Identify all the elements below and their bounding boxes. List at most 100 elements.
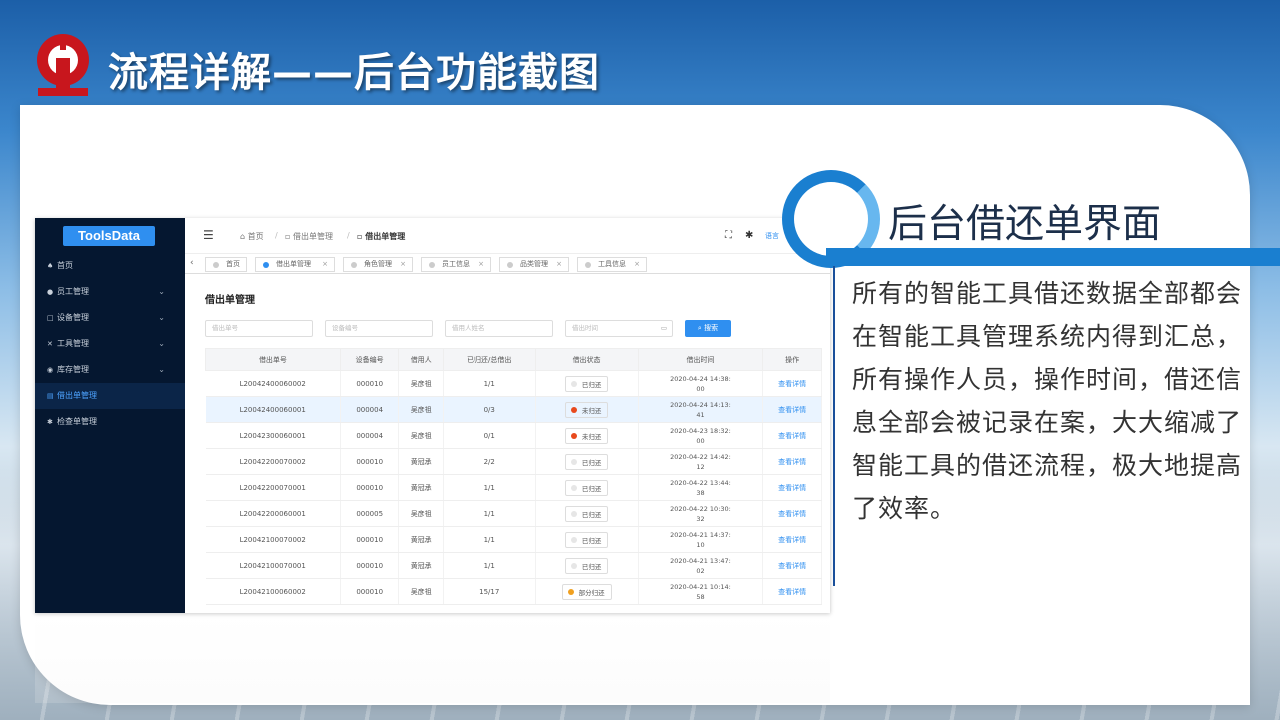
table-row[interactable]: L20042100070002 000010 黄冠承 1/1 已归还 2020-04-21…	[205, 526, 822, 553]
sidebar-item[interactable]: ✱ 检查单管理	[35, 409, 185, 435]
column-header: 借用人	[398, 348, 444, 371]
chevron-down-icon: ⌄	[158, 365, 165, 374]
breadcrumb-home[interactable]: ⌂ 首页	[240, 231, 264, 242]
return-ratio-cell: 1/1	[443, 474, 536, 501]
view-detail-link[interactable]: 查看详情	[778, 458, 806, 466]
time-seconds: 10	[696, 540, 705, 549]
language-switch[interactable]: 语言	[765, 231, 779, 241]
tab-item[interactable]: 首页	[205, 257, 247, 272]
return-ratio-cell: 1/1	[443, 370, 536, 397]
table-row[interactable]: L20042200070001 000010 黄冠承 1/1 已归还 2020-04-22…	[205, 474, 822, 501]
time-date: 2020-04-22 13:44:	[670, 478, 731, 487]
status-badge: 已归还	[564, 453, 609, 470]
status-dot-icon	[570, 484, 577, 491]
status-label: 已归还	[581, 536, 602, 545]
status-cell: 未归还	[535, 422, 639, 449]
sidebar-item-label: 设备管理	[57, 313, 89, 322]
order-no-input[interactable]: 借出单号	[205, 320, 313, 337]
table-row[interactable]: L20042200070002 000010 黄冠承 2/2 已归还 2020-04-22…	[205, 448, 822, 475]
home-icon: ♠	[47, 262, 54, 270]
time-date: 2020-04-24 14:38:	[670, 374, 731, 383]
main-area: ☰ ⌂ 首页 / ▫ 借出单管理 / ▫ 借出单管理 ⛶ ✱ 语言 ‹ 首页 借出…	[185, 218, 830, 613]
time-date: 2020-04-24 14:13:	[670, 400, 731, 409]
breadcrumb-item[interactable]: ▫ 借出单管理	[285, 231, 333, 242]
tab-item[interactable]: 员工信息 ×	[421, 257, 491, 272]
view-detail-link[interactable]: 查看详情	[778, 406, 806, 414]
sidebar-item[interactable]: ♠ 首页	[35, 253, 185, 279]
view-detail-link[interactable]: 查看详情	[778, 484, 806, 492]
status-dot-icon	[570, 432, 577, 439]
return-ratio-cell: 0/3	[443, 396, 536, 423]
sidebar-item[interactable]: ● 员工管理 ⌄	[35, 279, 185, 305]
close-icon[interactable]: ×	[322, 258, 328, 271]
description-text: 所有的智能工具借还数据全部都会在智能工具管理系统内得到汇总，所有操作人员，操作时…	[852, 279, 1243, 523]
sidebar-item-label: 工具管理	[57, 339, 89, 348]
op-cell: 查看详情	[762, 578, 822, 605]
device-no-cell: 000010	[340, 370, 400, 397]
close-icon[interactable]: ×	[478, 258, 484, 271]
close-icon[interactable]: ×	[400, 258, 406, 271]
sidebar-item[interactable]: □ 设备管理 ⌄	[35, 305, 185, 331]
view-detail-link[interactable]: 查看详情	[778, 432, 806, 440]
tab-scroll-left-icon[interactable]: ‹	[190, 258, 194, 268]
check-icon: ✱	[47, 418, 53, 426]
view-detail-link[interactable]: 查看详情	[778, 510, 806, 518]
order-no-cell: L20042200060001	[205, 500, 341, 527]
time-input[interactable]: 借出时间 ▭	[565, 320, 673, 337]
op-cell: 查看详情	[762, 500, 822, 527]
tab-item[interactable]: 借出单管理 ×	[255, 257, 335, 272]
table-row[interactable]: L20042400060001 000004 吴彦祖 0/3 未归还 2020-04-24…	[205, 396, 822, 423]
search-button[interactable]: ⌕ 搜索	[685, 320, 731, 337]
tab-item[interactable]: 工具信息 ×	[577, 257, 647, 272]
order-no-cell: L20042200070002	[205, 448, 341, 475]
status-cell: 已归还	[535, 500, 639, 527]
status-label: 部分归还	[578, 588, 605, 597]
status-badge: 已归还	[564, 505, 609, 522]
view-detail-link[interactable]: 查看详情	[778, 380, 806, 388]
close-icon[interactable]: ×	[556, 258, 562, 271]
status-cell: 已归还	[535, 474, 639, 501]
op-cell: 查看详情	[762, 448, 822, 475]
sidebar-item[interactable]: ▤ 借出单管理	[35, 383, 185, 409]
status-badge: 部分归还	[561, 583, 612, 600]
close-icon[interactable]: ×	[634, 258, 640, 271]
table-row[interactable]: L20042300060001 000004 吴彦祖 0/1 未归还 2020-04-23…	[205, 422, 822, 449]
sidebar-item[interactable]: ◉ 库存管理 ⌄	[35, 357, 185, 383]
tab-item[interactable]: 角色管理 ×	[343, 257, 413, 272]
table-row[interactable]: L20042100070001 000010 黄冠承 1/1 已归还 2020-04-21…	[205, 552, 822, 579]
return-ratio-cell: 1/1	[443, 552, 536, 579]
view-detail-link[interactable]: 查看详情	[778, 562, 806, 570]
tab-item[interactable]: 品类管理 ×	[499, 257, 569, 272]
status-dot-icon	[570, 458, 577, 465]
chevron-down-icon: ⌄	[158, 287, 165, 296]
app-logo: ToolsData	[63, 226, 155, 246]
device-no-cell: 000005	[340, 500, 400, 527]
column-header: 设备编号	[339, 348, 400, 371]
stock-icon: ◉	[47, 366, 54, 374]
bug-icon[interactable]: ✱	[745, 230, 753, 241]
table-row[interactable]: L20042200060001 000005 吴彦祖 1/1 已归还 2020-04-22…	[205, 500, 822, 527]
menu-toggle-icon[interactable]: ☰	[203, 228, 214, 242]
op-cell: 查看详情	[762, 396, 822, 423]
fullscreen-icon[interactable]: ⛶	[725, 230, 732, 241]
view-detail-link[interactable]: 查看详情	[778, 588, 806, 596]
screenshot-reflection	[35, 613, 830, 703]
borrower-input[interactable]: 借用人姓名	[445, 320, 553, 337]
sidebar-item[interactable]: ✕ 工具管理 ⌄	[35, 331, 185, 357]
return-ratio-cell: 1/1	[443, 526, 536, 553]
time-cell: 2020-04-24 14:38: 00	[638, 370, 764, 397]
device-no-input[interactable]: 设备编号	[325, 320, 433, 337]
status-dot-icon	[570, 406, 577, 413]
status-cell: 部分归还	[535, 578, 639, 605]
status-dot-icon	[570, 562, 577, 569]
order-no-cell: L20042100060002	[205, 578, 341, 605]
status-label: 已归还	[581, 458, 602, 467]
device-icon: □	[47, 314, 54, 322]
order-no-cell: L20042200070001	[205, 474, 341, 501]
sidebar-item-label: 借出单管理	[57, 391, 97, 400]
time-cell: 2020-04-22 10:30: 32	[638, 500, 764, 527]
order-no-cell: L20042100070001	[205, 552, 341, 579]
table-row[interactable]: L20042100060002 000010 吴彦祖 15/17 部分归还 2020-04…	[205, 578, 822, 605]
view-detail-link[interactable]: 查看详情	[778, 536, 806, 544]
table-row[interactable]: L20042400060002 000010 吴彦祖 1/1 已归还 2020-04-24…	[205, 370, 822, 397]
